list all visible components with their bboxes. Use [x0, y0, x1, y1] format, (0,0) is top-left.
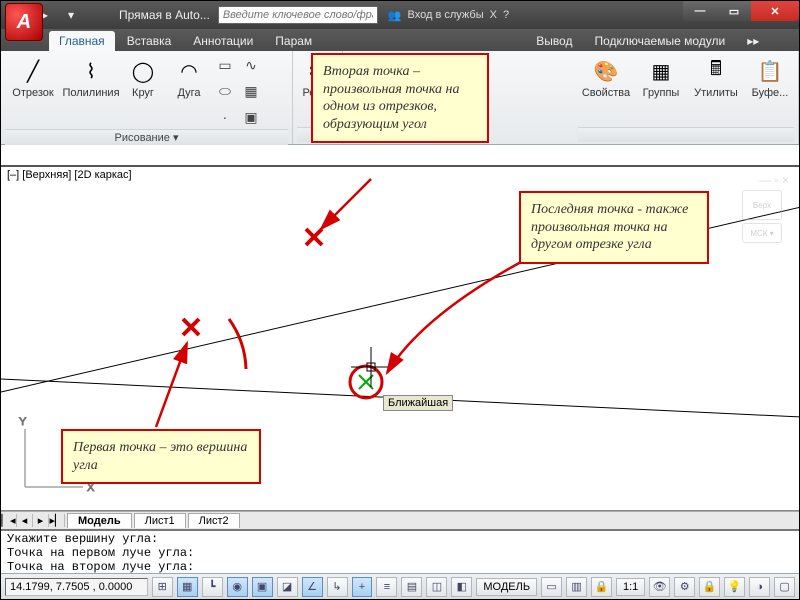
- cmd-history-line: Точка на первом луче угла:: [7, 546, 793, 560]
- layout-tabs: ▏◂ ◂ ▸ ▸▏ Модель Лист1 Лист2: [1, 511, 799, 529]
- calculator-icon: 🖩: [700, 55, 732, 87]
- layout-last-icon[interactable]: ▸▏: [49, 514, 65, 527]
- ribbon-tabs: Главная Вставка Аннотации Парам Вывод По…: [1, 29, 799, 51]
- circle-icon: ◯: [127, 55, 159, 87]
- dyn-toggle[interactable]: +: [352, 577, 373, 597]
- document-title: Прямая в Auto...: [119, 8, 210, 22]
- utilities-button[interactable]: 🖩Утилиты: [688, 53, 744, 101]
- tab-plugins[interactable]: Подключаемые модули: [584, 31, 735, 51]
- osnap3d-toggle[interactable]: ◪: [277, 577, 298, 597]
- annotation-scale[interactable]: 1:1: [616, 578, 645, 596]
- annovis-toggle[interactable]: 👁: [649, 577, 670, 597]
- hardware-accel-icon[interactable]: 💡: [724, 577, 745, 597]
- layout-sheet2[interactable]: Лист2: [188, 513, 240, 528]
- clipboard-icon: 📋: [754, 55, 786, 87]
- arc-icon: ◠: [173, 55, 205, 87]
- titlebar: ▫ ▸ ▾ Прямая в Auto... 👥 Вход в службы X…: [1, 1, 799, 29]
- ellipse-button[interactable]: ⬭: [213, 79, 237, 103]
- window-maximize-button[interactable]: ▭: [717, 1, 751, 21]
- quickview-layouts-icon[interactable]: ▭: [541, 577, 562, 597]
- otrack-toggle[interactable]: ∠: [302, 577, 323, 597]
- groups-icon: ▦: [645, 55, 677, 87]
- tab-output[interactable]: Вывод: [526, 31, 582, 51]
- layout-first-icon[interactable]: ▏◂: [1, 514, 17, 527]
- command-line[interactable]: Укажите вершину угла: Точка на первом лу…: [1, 529, 799, 573]
- polar-toggle[interactable]: ◉: [227, 577, 248, 597]
- spline-button[interactable]: ∿: [239, 53, 263, 77]
- snap-toggle[interactable]: ⊞: [152, 577, 173, 597]
- line-icon: ╱: [17, 55, 49, 87]
- clean-screen-icon[interactable]: ▢: [774, 577, 795, 597]
- cmd-history-line: Укажите вершину угла:: [7, 532, 793, 546]
- tab-parametric[interactable]: Парам: [265, 31, 322, 51]
- mck-dropdown[interactable]: МСК ▾: [742, 223, 782, 243]
- infocenter-icon[interactable]: 👥: [388, 9, 402, 22]
- layout-model[interactable]: Модель: [67, 513, 132, 528]
- polyline-button[interactable]: ⌇Полилиния: [63, 53, 119, 101]
- ortho-toggle[interactable]: ┗: [202, 577, 223, 597]
- ducs-toggle[interactable]: ↳: [327, 577, 348, 597]
- viewcube-face[interactable]: Верх: [742, 190, 782, 220]
- line-button[interactable]: ╱Отрезок: [5, 53, 61, 101]
- help-icon[interactable]: ?: [503, 9, 509, 21]
- osnap-tooltip: Ближайшая: [383, 395, 453, 411]
- callout-third-point: Последняя точка - также произвольная точ…: [519, 191, 709, 264]
- draw-panel-title[interactable]: Рисование ▾: [5, 129, 288, 145]
- point-button[interactable]: ∙: [213, 105, 237, 129]
- model-space-toggle[interactable]: МОДЕЛЬ: [476, 578, 537, 596]
- layout-prev-icon[interactable]: ◂: [17, 514, 33, 527]
- rect-button[interactable]: ▭: [213, 53, 237, 77]
- coordinates-readout[interactable]: 14.1799, 7.7505 , 0.0000: [5, 578, 148, 596]
- layout-sheet1[interactable]: Лист1: [134, 513, 186, 528]
- qp-toggle[interactable]: ◫: [426, 577, 447, 597]
- callout-second-point: Вторая точка – произвольная точка на одн…: [311, 53, 489, 143]
- annoscale-icon[interactable]: 🔒: [591, 577, 612, 597]
- lwt-toggle[interactable]: ≡: [376, 577, 397, 597]
- window-minimize-button[interactable]: —: [683, 1, 717, 21]
- window-close-button[interactable]: ✕: [751, 1, 799, 21]
- tpy-toggle[interactable]: ▤: [401, 577, 422, 597]
- color-wheel-icon: 🎨: [590, 55, 622, 87]
- tab-annotate[interactable]: Аннотации: [183, 31, 263, 51]
- app-menu-button[interactable]: A: [5, 3, 43, 41]
- region-button[interactable]: ▣: [239, 105, 263, 129]
- help-search-input[interactable]: [218, 6, 378, 24]
- layout-next-icon[interactable]: ▸: [33, 514, 49, 527]
- callout-first-point: Первая точка – это вершина угла: [61, 429, 261, 484]
- groups-button[interactable]: ▦Группы: [636, 53, 686, 101]
- quickview-drawings-icon[interactable]: ▥: [566, 577, 587, 597]
- osnap-toggle[interactable]: ▣: [252, 577, 273, 597]
- qat-more-icon[interactable]: ▾: [61, 5, 81, 25]
- circle-button[interactable]: ◯Круг: [121, 53, 165, 101]
- cmd-prompt: Точка на втором луче угла:: [7, 560, 793, 573]
- hatch-button[interactable]: ▦: [239, 79, 263, 103]
- arc-button[interactable]: ◠Дуга: [167, 53, 211, 101]
- viewcube[interactable]: — ▫ × Верх МСК ▾: [735, 173, 789, 283]
- status-bar: 14.1799, 7.7505 , 0.0000 ⊞ ▦ ┗ ◉ ▣ ◪ ∠ ↳…: [1, 573, 799, 599]
- exchange-icon[interactable]: X: [490, 9, 497, 21]
- ws-switch-icon[interactable]: ⚙: [674, 577, 695, 597]
- grid-toggle[interactable]: ▦: [177, 577, 198, 597]
- clipboard-button[interactable]: 📋Буфе...: [746, 53, 794, 101]
- properties-button[interactable]: 🎨Свойства: [578, 53, 634, 101]
- viewport-label[interactable]: [–] [Верхняя] [2D каркас]: [7, 169, 132, 181]
- toolbar-lock-icon[interactable]: 🔒: [699, 577, 720, 597]
- tab-insert[interactable]: Вставка: [117, 31, 182, 51]
- sign-in-link[interactable]: Вход в службы: [408, 9, 484, 21]
- polyline-icon: ⌇: [75, 55, 107, 87]
- tab-home[interactable]: Главная: [49, 31, 115, 51]
- isolate-objects-icon[interactable]: ◑: [749, 577, 770, 597]
- sc-toggle[interactable]: ◧: [451, 577, 472, 597]
- tab-overflow-icon[interactable]: ▸▸: [737, 31, 769, 51]
- svg-text:Y: Y: [19, 416, 27, 428]
